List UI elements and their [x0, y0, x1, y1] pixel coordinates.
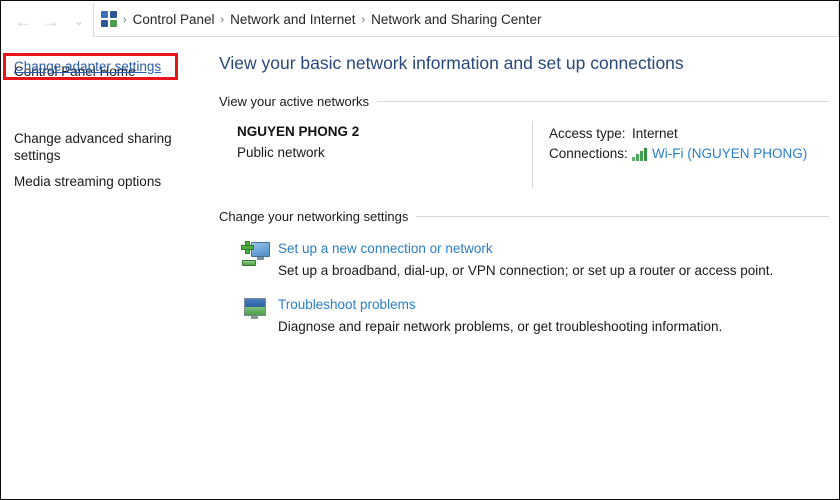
network-details: Access type: Internet Connections: Wi-Fi… [549, 124, 807, 164]
active-network-row: NGUYEN PHONG 2 Public network Access typ… [219, 121, 829, 189]
network-sharing-center-window: ← → ⌄ ↑ › Control Panel › Network and In… [0, 0, 840, 500]
section-divider [377, 101, 829, 102]
troubleshoot-problems-description: Diagnose and repair network problems, or… [278, 319, 723, 334]
network-identity: NGUYEN PHONG 2 Public network [237, 123, 359, 162]
set-up-new-connection-link[interactable]: Set up a new connection or network [278, 240, 829, 258]
control-panel-icon [101, 11, 118, 28]
breadcrumb-item-network-and-internet[interactable]: Network and Internet [226, 12, 359, 27]
network-name: NGUYEN PHONG 2 [237, 124, 360, 139]
troubleshoot-problems-link[interactable]: Troubleshoot problems [278, 296, 829, 314]
sidebar-item-change-advanced-sharing-settings[interactable]: Change advanced sharing settings [1, 130, 189, 164]
troubleshoot-icon [241, 296, 271, 324]
forward-icon[interactable]: → [37, 8, 65, 34]
active-networks-label: View your active networks [219, 94, 370, 109]
sidebar-item-media-streaming-options[interactable]: Media streaming options [1, 173, 189, 190]
connections-value-link[interactable]: Wi-Fi (NGUYEN PHONG) [652, 144, 807, 164]
new-connection-icon [241, 240, 271, 268]
networking-settings-section-header: Change your networking settings [219, 209, 829, 224]
connections-row: Connections: Wi-Fi (NGUYEN PHONG) [549, 144, 807, 164]
wifi-signal-icon [632, 147, 648, 161]
task-troubleshoot-problems: Troubleshoot problems Diagnose and repai… [219, 296, 829, 336]
access-type-row: Access type: Internet [549, 124, 807, 144]
address-bar: ← → ⌄ ↑ › Control Panel › Network and In… [1, 1, 839, 39]
breadcrumb-item-network-and-sharing-center[interactable]: Network and Sharing Center [367, 12, 545, 27]
access-type-value: Internet [632, 126, 678, 141]
network-type: Public network [237, 145, 325, 160]
address-input[interactable]: › Control Panel › Network and Internet ›… [93, 3, 839, 37]
back-icon[interactable]: ← [9, 8, 37, 34]
connections-label: Connections: [549, 146, 628, 161]
vertical-divider [532, 121, 533, 187]
task-set-up-new-connection: Set up a new connection or network Set u… [219, 240, 829, 280]
breadcrumb-separator: › [220, 13, 225, 26]
networking-settings-label: Change your networking settings [219, 209, 409, 224]
breadcrumb-separator: › [361, 13, 366, 26]
access-type-label: Access type: [549, 126, 626, 141]
active-networks-section-header: View your active networks [219, 94, 829, 109]
section-divider [416, 216, 829, 217]
main-content: View your basic network information and … [219, 45, 829, 336]
breadcrumb: › Control Panel › Network and Internet ›… [121, 12, 546, 27]
recent-locations-chevron-down-icon[interactable]: ⌄ [65, 8, 93, 34]
page-title: View your basic network information and … [219, 53, 684, 73]
sidebar-item-change-adapter-settings[interactable]: Change adapter settings [14, 58, 161, 75]
breadcrumb-separator: › [123, 13, 127, 26]
breadcrumb-item-control-panel[interactable]: Control Panel [129, 12, 219, 27]
set-up-new-connection-description: Set up a broadband, dial-up, or VPN conn… [278, 263, 774, 278]
